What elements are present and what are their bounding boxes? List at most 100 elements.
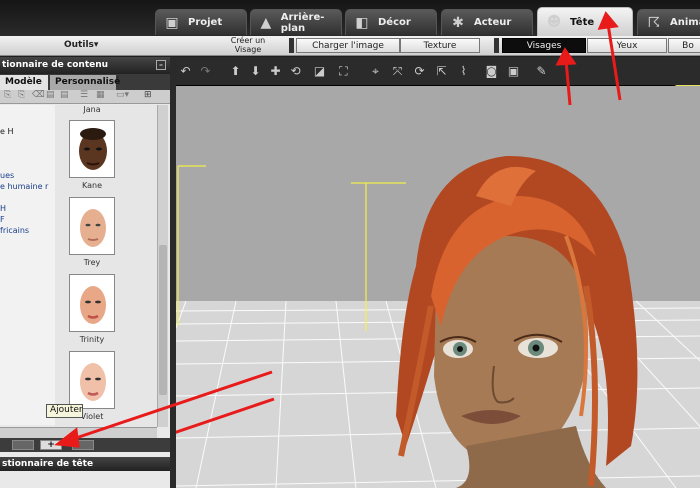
content-tree: e H ues e humaine r H F fricains [0,105,55,425]
tree-item[interactable]: H [0,204,55,215]
tab-arriere-plan[interactable]: ▲ Arrière-plan [250,9,342,35]
thumbnail-label: Trey [83,258,101,267]
tree-item[interactable]: ues [0,171,55,182]
tab-projet[interactable]: ▣ Projet [155,9,247,35]
tree-item[interactable] [0,193,55,204]
scene-render [176,86,700,488]
separator [289,38,294,53]
left-button[interactable] [12,440,34,450]
tree-item[interactable] [0,160,55,171]
doc-icon[interactable]: ▤ [46,90,55,100]
scene-icon: ◧ [355,14,369,31]
face-image [70,352,114,408]
transform-icon[interactable]: ⤧ [390,64,405,79]
sub-toolbar: Outils▾ Créer un Visage Charger l'image … [0,36,700,56]
separator [494,38,499,53]
brush-icon[interactable]: ✎ [534,64,549,79]
tree-item[interactable] [0,116,55,127]
tab-label: Arrière-plan [280,11,325,34]
3d-viewport[interactable]: ↶ ↷ ⬆ ⬇ ✚ ⟲ ◪ ⛶ ⌖ ⤧ ⟳ ⇱ ⌇ ◙ ▣ ✎ A [176,57,700,488]
create-face-label: Créer un Visage [230,36,266,54]
grid-view-icon[interactable]: ▦ [96,90,105,100]
content-panel-title: tionnaire de contenu [2,60,109,70]
tree-item[interactable] [0,138,55,149]
rotate-icon[interactable]: ⟲ [288,64,303,79]
tab-acteur[interactable]: ✱ Acteur [441,9,533,35]
redo-icon[interactable]: ↷ [198,64,213,79]
eyes-button[interactable]: Yeux [587,38,667,53]
run-icon: ☈ [647,14,661,31]
list-view-icon[interactable]: ☰ [80,90,88,100]
tab-label: Projet [188,17,223,28]
tools-label: Outils [64,40,94,50]
add-tooltip: Ajouter [46,404,83,418]
face-thumbnail-kane[interactable] [69,120,115,178]
scrollbar-thumb[interactable] [159,245,167,395]
tab-label: Tête [570,16,595,28]
tab-animation[interactable]: ☈ Animat [637,9,700,35]
select-icon[interactable]: ⌖ [368,64,383,79]
graph-icon[interactable]: ⌇ [456,64,471,79]
undo-icon[interactable]: ↶ [178,64,193,79]
face-thumbnail-trey[interactable] [69,197,115,255]
add-button[interactable]: + [40,440,62,450]
move-down-icon[interactable]: ⬇ [248,64,263,79]
panel-title: tionnaire de contenu – [0,57,170,74]
load-image-button[interactable]: Charger l'image [296,38,400,53]
horizontal-scrollbar[interactable] [0,427,157,438]
texture-button[interactable]: Texture [400,38,480,53]
new-folder-icon[interactable]: ⊞ [144,90,152,100]
partial-button[interactable]: Bo [668,38,700,53]
viewport-toolbar: ↶ ↷ ⬆ ⬇ ✚ ⟲ ◪ ⛶ ⌖ ⤧ ⟳ ⇱ ⌇ ◙ ▣ ✎ [176,57,700,86]
face-thumbnail-violet[interactable] [69,351,115,409]
vertical-scrollbar[interactable] [157,105,168,427]
thumbnail-label: Kane [82,181,102,190]
faces-button[interactable]: Visages [502,38,586,53]
tree-item[interactable]: e H [0,127,55,138]
panel-bottom-bar: + [0,438,170,452]
head-icon: ☻ [546,14,562,30]
chevron-down-icon: ▾ [93,40,99,50]
tree-item[interactable]: e humaine r [0,182,55,193]
tab-decor[interactable]: ◧ Décor [345,9,437,35]
view-menu-icon[interactable]: ▭▾ [116,90,129,100]
fit-icon[interactable]: ⛶ [336,64,351,79]
face-thumbnail-trinity[interactable] [69,274,115,332]
move-up-icon[interactable]: ⬆ [228,64,243,79]
panel-toolbar: ⎘ ⎘ ⌫ ▤ ▤ ☰ ▦ ▭▾ ⊞ [0,90,170,104]
tab-tete[interactable]: ☻ Tête [537,7,633,36]
tab-label: Acteur [474,17,512,28]
thumbnail-label: Trinity [79,335,105,344]
pan-icon[interactable]: ⇱ [434,64,449,79]
panel-tabs: Modèle Personnalisé [0,74,170,90]
tree-item[interactable]: fricains [0,226,55,237]
head-manager-title: stionnaire de tête [0,457,170,471]
tab-model[interactable]: Modèle [0,75,48,90]
copy-icon[interactable]: ⎘ [4,90,11,100]
face-image [70,121,114,177]
orbit-icon[interactable]: ⟳ [412,64,427,79]
tree-item[interactable] [0,149,55,160]
scale-icon[interactable]: ◪ [312,64,327,79]
content-manager-panel: tionnaire de contenu – Modèle Personnali… [0,57,170,488]
paste-icon[interactable]: ⎘ [18,90,25,100]
move-icon[interactable]: ✚ [268,64,283,79]
face-image [70,198,114,254]
tree-item[interactable]: F [0,215,55,226]
face-image [70,275,114,331]
folder-icon: ▣ [165,14,179,31]
tab-label: Animat [670,17,700,28]
landscape-icon: ▲ [260,14,272,31]
tree-item[interactable] [0,105,55,116]
tools-menu[interactable]: Outils▾ [64,40,98,50]
camera-icon[interactable]: ◙ [484,64,499,79]
face-thumbnail-list: Jana Kane Trey Trinity Violet [55,105,157,427]
doc-icon[interactable]: ▤ [60,90,69,100]
head-panel-title: stionnaire de tête [2,459,94,469]
frame-icon[interactable]: ▣ [506,64,521,79]
delete-icon[interactable]: ⌫ [32,90,45,100]
skeleton-icon: ✱ [452,14,464,31]
tab-custom[interactable]: Personnalisé [50,75,120,90]
minimize-icon[interactable]: – [156,60,166,70]
right-button[interactable] [72,440,94,450]
